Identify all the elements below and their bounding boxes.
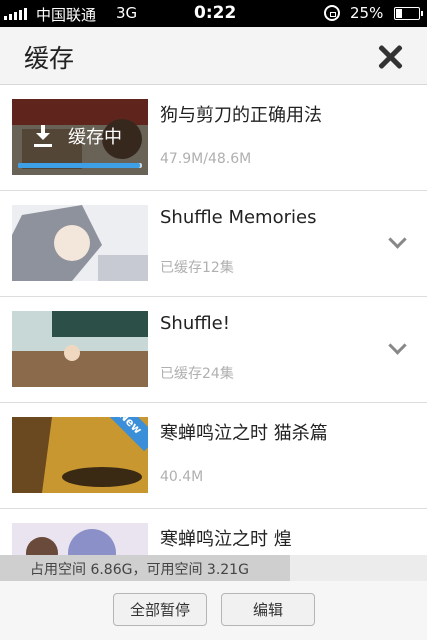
battery-icon <box>394 7 423 20</box>
edit-button[interactable]: 编辑 <box>221 593 315 626</box>
list-item[interactable]: New 寒蝉鸣泣之时 猫杀篇 40.4M <box>0 403 427 509</box>
rotation-lock-icon <box>324 5 340 21</box>
status-bar: 中国联通 3G 0:22 25% <box>0 0 427 27</box>
close-icon[interactable] <box>374 41 406 73</box>
episode-count: 已缓存24集 <box>160 366 234 382</box>
video-size: 40.4M <box>160 469 204 485</box>
list-item[interactable]: 缓存中 狗与剪刀的正确用法 47.9M/48.6M <box>0 85 427 191</box>
storage-text: 占用空间 6.86G，可用空间 3.21G <box>30 562 249 578</box>
new-badge: New <box>101 417 148 452</box>
chevron-down-icon[interactable] <box>390 235 404 249</box>
chevron-down-icon[interactable] <box>390 341 404 355</box>
video-title: 寒蝉鸣泣之时 猫杀篇 <box>160 423 328 444</box>
video-title: Shuffle! <box>160 313 230 334</box>
episode-count: 已缓存12集 <box>160 260 234 276</box>
video-thumbnail: New <box>12 417 148 493</box>
list-item[interactable]: Shuffle! 已缓存24集 <box>0 297 427 403</box>
list-item[interactable]: Shuffle Memories 已缓存12集 <box>0 191 427 297</box>
carrier-label: 中国联通 <box>36 6 97 24</box>
page-title: 缓存 <box>24 44 75 73</box>
video-thumbnail <box>12 523 148 555</box>
download-progress-fill <box>18 163 141 168</box>
clock: 0:22 <box>194 3 237 23</box>
pause-all-button[interactable]: 全部暂停 <box>113 593 207 626</box>
download-progress <box>18 163 142 168</box>
video-size: 47.9M/48.6M <box>160 151 252 167</box>
video-thumbnail <box>12 311 148 387</box>
signal-icon <box>4 7 30 20</box>
download-icon <box>34 125 52 147</box>
downloading-overlay: 缓存中 <box>12 99 148 175</box>
video-title: 寒蝉鸣泣之时 煌 <box>160 529 292 550</box>
cache-list: 缓存中 狗与剪刀的正确用法 47.9M/48.6M Shuffle Memori… <box>0 85 427 555</box>
battery-percent: 25% <box>350 4 384 22</box>
video-thumbnail <box>12 205 148 281</box>
list-item[interactable]: 寒蝉鸣泣之时 煌 <box>0 509 427 555</box>
video-thumbnail: 缓存中 <box>12 99 148 175</box>
header: 缓存 <box>0 27 427 85</box>
network-label: 3G <box>116 4 138 22</box>
footer-toolbar: 全部暂停 编辑 <box>0 581 427 640</box>
video-title: 狗与剪刀的正确用法 <box>160 105 322 126</box>
video-title: Shuffle Memories <box>160 207 317 228</box>
downloading-label: 缓存中 <box>68 127 122 148</box>
storage-usage-bar: 占用空间 6.86G，可用空间 3.21G <box>0 555 427 581</box>
